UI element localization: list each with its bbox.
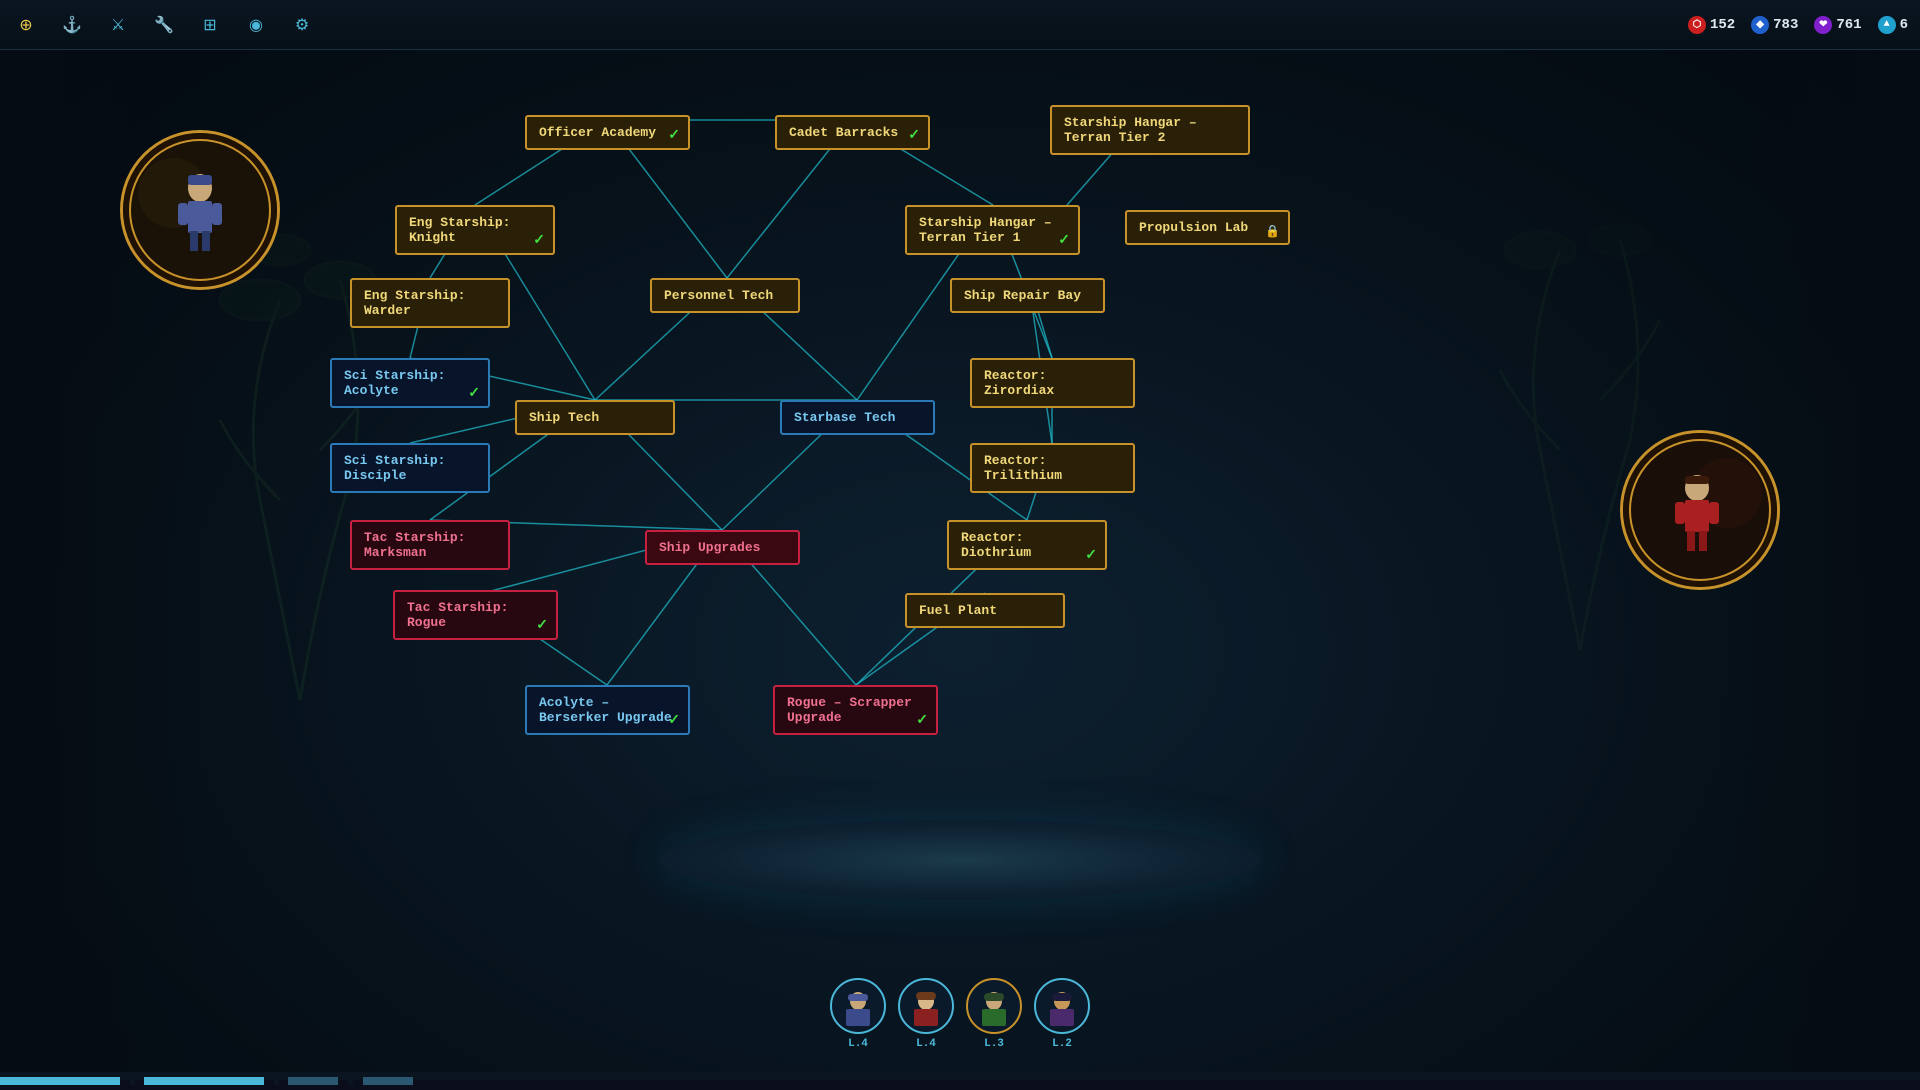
eng-starship-knight-node[interactable]: Eng Starship: Knight ✓	[395, 205, 555, 255]
cadet-barracks-check: ✓	[908, 127, 920, 144]
starship-hangar-t2-node[interactable]: Starship Hangar – Terran Tier 2	[1050, 105, 1250, 155]
grid-icon[interactable]: ⊞	[196, 11, 224, 39]
eng-knight-check: ✓	[533, 232, 545, 249]
bottom-portrait-3[interactable]: L.3	[966, 978, 1022, 1050]
ship-icon[interactable]: ⚓	[58, 11, 86, 39]
bottom-portrait-4[interactable]: L.2	[1034, 978, 1090, 1050]
ship-upgrades-label: Ship Upgrades	[659, 540, 760, 555]
ship-tech-node[interactable]: Ship Tech	[515, 400, 675, 435]
rare-icon: ▲	[1878, 16, 1896, 34]
energy-icon: ❤	[1814, 16, 1832, 34]
starbase-tech-label: Starbase Tech	[794, 410, 895, 425]
fuel-plant-node[interactable]: Fuel Plant	[905, 593, 1065, 628]
sci-acolyte-check: ✓	[468, 385, 480, 402]
propulsion-lab-lock: 🔒	[1265, 224, 1280, 239]
ship-repair-bay-label: Ship Repair Bay	[964, 288, 1081, 303]
tac-rogue-check: ✓	[536, 617, 548, 634]
personnel-tech-node[interactable]: Personnel Tech	[650, 278, 800, 313]
tac-marksman-label: Tac Starship: Marksman	[364, 530, 465, 560]
acolyte-berserker-node[interactable]: Acolyte – Berserker Upgrade ✓	[525, 685, 690, 735]
portrait-1-img[interactable]	[830, 978, 886, 1034]
eng-starship-warder-node[interactable]: Eng Starship: Warder	[350, 278, 510, 328]
officer-academy-label: Officer Academy	[539, 125, 656, 140]
crystal-value: 783	[1773, 17, 1798, 33]
mineral-value: 152	[1710, 17, 1735, 33]
reactor-trilithium-label: Reactor: Trilithium	[984, 453, 1062, 483]
mineral-icon: ⬡	[1688, 16, 1706, 34]
portrait-4-img[interactable]	[1034, 978, 1090, 1034]
weapons-icon[interactable]: ⚔	[104, 11, 132, 39]
mineral-resource: ⬡ 152	[1688, 16, 1735, 34]
tools-icon[interactable]: 🔧	[150, 11, 178, 39]
eng-starship-warder-label: Eng Starship: Warder	[364, 288, 465, 318]
bottom-portrait-1[interactable]: L.4	[830, 978, 886, 1050]
sci-acolyte-label: Sci Starship: Acolyte	[344, 368, 445, 398]
rogue-scrapper-node[interactable]: Rogue – Scrapper Upgrade ✓	[773, 685, 938, 735]
crystal-resource: ◆ 783	[1751, 16, 1798, 34]
ship-repair-bay-node[interactable]: Ship Repair Bay	[950, 278, 1105, 313]
ship-upgrades-node[interactable]: Ship Upgrades	[645, 530, 800, 565]
reactor-diothrium-label: Reactor: Diothrium	[961, 530, 1031, 560]
nav-icons: ⊕ ⚓ ⚔ 🔧 ⊞ ◉ ⚙	[12, 11, 316, 39]
acolyte-berserker-check: ✓	[668, 712, 680, 729]
reactor-zirordiax-node[interactable]: Reactor: Zirordiax	[970, 358, 1135, 408]
sci-starship-disciple-node[interactable]: Sci Starship: Disciple	[330, 443, 490, 493]
rare-resource: ▲ 6	[1878, 16, 1908, 34]
settings-icon[interactable]: ⚙	[288, 11, 316, 39]
propulsion-lab-node[interactable]: Propulsion Lab 🔒	[1125, 210, 1290, 245]
portrait-2-img[interactable]	[898, 978, 954, 1034]
reactor-trilithium-node[interactable]: Reactor: Trilithium	[970, 443, 1135, 493]
reactor-diothrium-node[interactable]: Reactor: Diothrium ✓	[947, 520, 1107, 570]
bottom-portraits-bar: L.4 L.4 L.3 L.2	[830, 978, 1090, 1050]
rare-value: 6	[1900, 17, 1908, 33]
sci-disciple-label: Sci Starship: Disciple	[344, 453, 445, 483]
reactor-zirordiax-label: Reactor: Zirordiax	[984, 368, 1054, 398]
crystal-icon: ◆	[1751, 16, 1769, 34]
top-bar: ⊕ ⚓ ⚔ 🔧 ⊞ ◉ ⚙ ⬡ 152 ◆ 783 ❤ 761 ▲ 6	[0, 0, 1920, 50]
portrait-2-level: L.4	[916, 1038, 936, 1050]
tech-tree: Officer Academy ✓ Cadet Barracks ✓ Stars…	[0, 50, 1920, 1080]
officer-academy-node[interactable]: Officer Academy ✓	[525, 115, 690, 150]
eng-starship-knight-label: Eng Starship: Knight	[409, 215, 510, 245]
portrait-1-level: L.4	[848, 1038, 868, 1050]
starship-hangar-t2-label: Starship Hangar – Terran Tier 2	[1064, 115, 1197, 145]
tac-marksman-node[interactable]: Tac Starship: Marksman	[350, 520, 510, 570]
rogue-scrapper-check: ✓	[916, 712, 928, 729]
portrait-icon[interactable]: ◉	[242, 11, 270, 39]
tac-rogue-label: Tac Starship: Rogue	[407, 600, 508, 630]
rogue-scrapper-label: Rogue – Scrapper Upgrade	[787, 695, 912, 725]
energy-resource: ❤ 761	[1814, 16, 1861, 34]
portrait-3-img[interactable]	[966, 978, 1022, 1034]
fuel-plant-label: Fuel Plant	[919, 603, 997, 618]
target-icon[interactable]: ⊕	[12, 11, 40, 39]
starship-hangar-t1-label: Starship Hangar – Terran Tier 1	[919, 215, 1052, 245]
energy-value: 761	[1836, 17, 1861, 33]
reactor-diothrium-check: ✓	[1085, 547, 1097, 564]
ship-tech-label: Ship Tech	[529, 410, 599, 425]
acolyte-berserker-label: Acolyte – Berserker Upgrade	[539, 695, 672, 725]
portrait-3-level: L.3	[984, 1038, 1004, 1050]
sci-starship-acolyte-node[interactable]: Sci Starship: Acolyte ✓	[330, 358, 490, 408]
starship-hangar-t1-node[interactable]: Starship Hangar – Terran Tier 1 ✓	[905, 205, 1080, 255]
tac-rogue-node[interactable]: Tac Starship: Rogue ✓	[393, 590, 558, 640]
propulsion-lab-label: Propulsion Lab	[1139, 220, 1248, 235]
hangar-t1-check: ✓	[1058, 232, 1070, 249]
resources-bar: ⬡ 152 ◆ 783 ❤ 761 ▲ 6	[1688, 16, 1908, 34]
officer-academy-check: ✓	[668, 127, 680, 144]
cadet-barracks-node[interactable]: Cadet Barracks ✓	[775, 115, 930, 150]
personnel-tech-label: Personnel Tech	[664, 288, 773, 303]
portrait-4-level: L.2	[1052, 1038, 1072, 1050]
starbase-tech-node[interactable]: Starbase Tech	[780, 400, 935, 435]
bottom-portrait-2[interactable]: L.4	[898, 978, 954, 1050]
cadet-barracks-label: Cadet Barracks	[789, 125, 898, 140]
